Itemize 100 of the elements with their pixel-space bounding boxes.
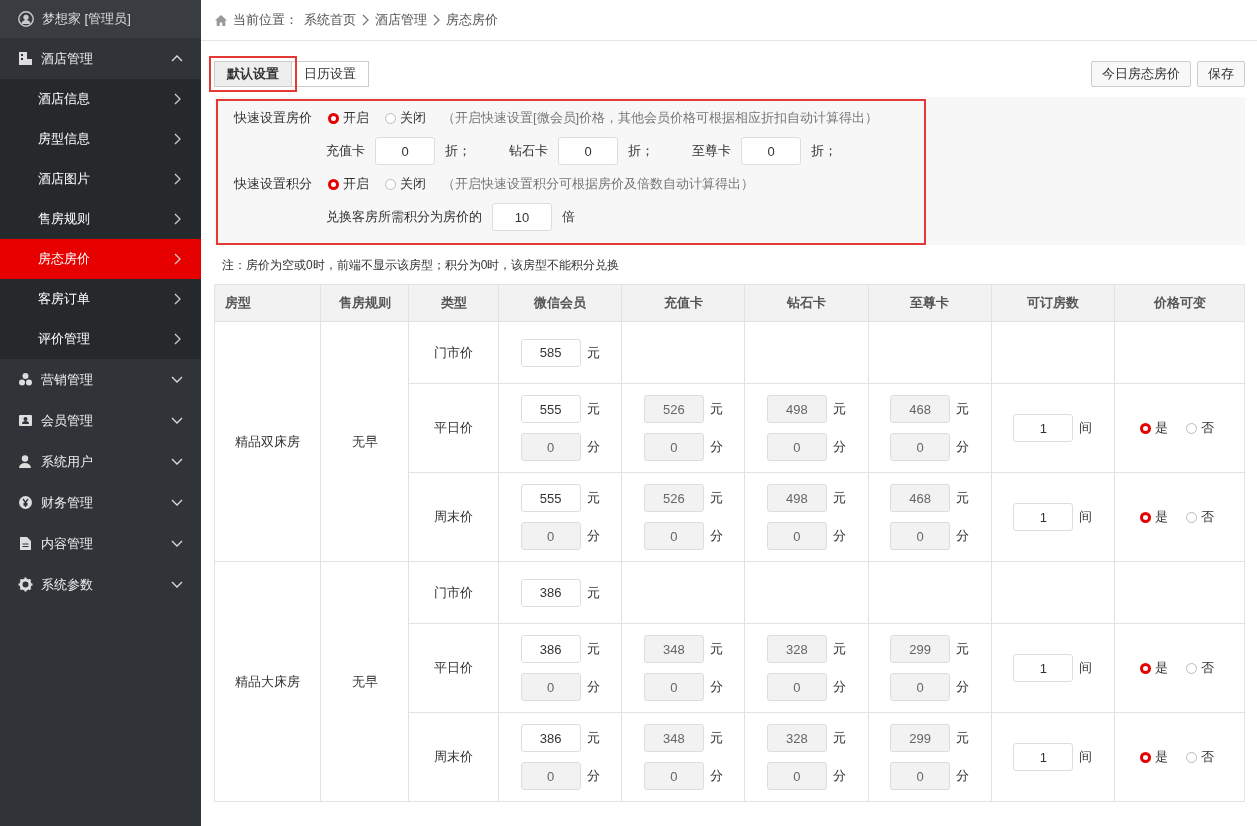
unit-label: 元 [956,729,970,747]
input-field[interactable]: 1 [1013,503,1074,531]
radio-option[interactable]: 关闭 [385,109,426,127]
unit-label: 分 [832,527,846,545]
radio-option[interactable]: 是 [1139,419,1168,437]
radio-option[interactable]: 否 [1185,508,1214,526]
breadcrumb-link[interactable]: 房态房价 [446,11,498,29]
chevron-icon [174,133,181,145]
input-field[interactable]: 1 [1013,743,1074,771]
input-field[interactable]: 0 [375,137,435,165]
submenu-item[interactable]: 房型信息 [0,119,201,159]
column-header: 售房规则 [320,284,409,322]
unit-label: 分 [832,438,846,456]
column-header: 可订房数 [991,284,1115,322]
column-header: 充值卡 [621,284,745,322]
input-field[interactable]: 585 [520,338,581,367]
input-field[interactable]: 0 [741,137,801,165]
radio-option[interactable]: 否 [1185,419,1214,437]
menu-item[interactable]: 系统用户 [0,441,201,482]
submenu-item[interactable]: 售房规则 [0,199,201,239]
chevron-icon [171,540,183,547]
unit-label: 分 [586,678,600,696]
breadcrumb-link[interactable]: 酒店管理 [375,11,427,29]
input-field[interactable]: 0 [558,137,618,165]
menu-icon [18,536,33,551]
breadcrumb-link[interactable]: 系统首页 [304,11,356,29]
chevron-icon [362,14,369,26]
column-header: 微信会员 [498,284,622,322]
submenu-item[interactable]: 酒店信息 [0,79,201,119]
unit-label: 分 [956,438,970,456]
chevron-icon [174,93,181,105]
menu-icon [18,577,33,592]
table-cell: 周末价 [408,712,499,802]
note-text: 注：房价为空或0时，前端不显示该房型；积分为0时，该房型不能积分兑换 [221,257,621,274]
toolbar-button[interactable]: 保存 [1197,61,1245,87]
table-cell: 门市价 [408,321,499,384]
input-field[interactable]: 386 [520,578,581,607]
menu-icon [18,495,33,510]
column-header: 钻石卡 [744,284,869,322]
unit-label: 分 [832,678,846,696]
table-cell: 周末价 [408,472,499,562]
table-cell: 平日价 [408,383,499,473]
table-cell: 精品大床房 [214,561,321,802]
chevron-icon [171,458,183,465]
chevron-icon [171,581,183,588]
menu-item[interactable]: 营销管理 [0,359,201,400]
input-field[interactable]: 386 [520,635,581,663]
input-field[interactable]: 1 [1013,414,1074,442]
radio-option[interactable]: 是 [1139,748,1168,766]
column-header: 价格可变 [1114,284,1245,322]
submenu-item[interactable]: 房态房价 [0,239,201,279]
unit-label: 间 [1079,508,1093,526]
unit-label: 元 [709,640,723,658]
unit-label: 分 [586,527,600,545]
menu-item[interactable]: 财务管理 [0,482,201,523]
menu-icon [18,51,33,66]
radio-option[interactable]: 关闭 [385,175,426,193]
input-field[interactable]: 555 [520,395,581,423]
menu-item[interactable]: 会员管理 [0,400,201,441]
radio-option[interactable]: 是 [1139,508,1168,526]
ratio-label: 兑换客房所需积分为房价的 [326,208,482,226]
unit-label: 分 [709,527,723,545]
input-field[interactable]: 555 [520,484,581,512]
input-field[interactable]: 10 [492,203,552,231]
radio-option[interactable]: 否 [1185,659,1214,677]
chevron-icon [433,14,440,26]
chevron-icon [174,213,181,225]
discount-label: 充值卡 [326,142,365,160]
hint-text: （开启快速设置[微会员]价格，其他会员价格可根据相应折扣自动计算得出） [442,109,879,127]
input-field[interactable]: 1 [1013,654,1074,682]
tab[interactable]: 日历设置 [292,61,369,87]
radio-option[interactable]: 开启 [328,175,369,193]
menu-item[interactable]: 系统参数 [0,564,201,605]
toolbar-button[interactable]: 今日房态房价 [1091,61,1191,87]
unit-label: 间 [1079,419,1093,437]
radio-option[interactable]: 开启 [328,109,369,127]
user-name: 梦想家 [管理员] [42,10,131,28]
unit-label: 分 [586,767,600,785]
menu-icon [18,413,33,428]
input-field[interactable]: 386 [520,724,581,752]
radio-option[interactable]: 是 [1139,659,1168,677]
unit-label: 分 [709,767,723,785]
column-header: 房型 [214,284,321,322]
unit-label: 元 [832,640,846,658]
unit-label: 元 [586,729,600,747]
submenu-item[interactable]: 评价管理 [0,319,201,359]
chevron-icon [174,173,181,185]
chevron-icon [171,55,183,62]
chevron-icon [171,499,183,506]
unit-label: 元 [586,489,600,507]
submenu-item[interactable]: 客房订单 [0,279,201,319]
unit-label: 分 [956,527,970,545]
unit-label: 分 [709,438,723,456]
unit-label: 折； [445,142,471,160]
unit-label: 元 [586,343,600,362]
radio-option[interactable]: 否 [1185,748,1214,766]
menu-item[interactable]: 内容管理 [0,523,201,564]
unit-label: 元 [709,400,723,418]
unit-label: 元 [586,583,600,602]
submenu-item[interactable]: 酒店图片 [0,159,201,199]
